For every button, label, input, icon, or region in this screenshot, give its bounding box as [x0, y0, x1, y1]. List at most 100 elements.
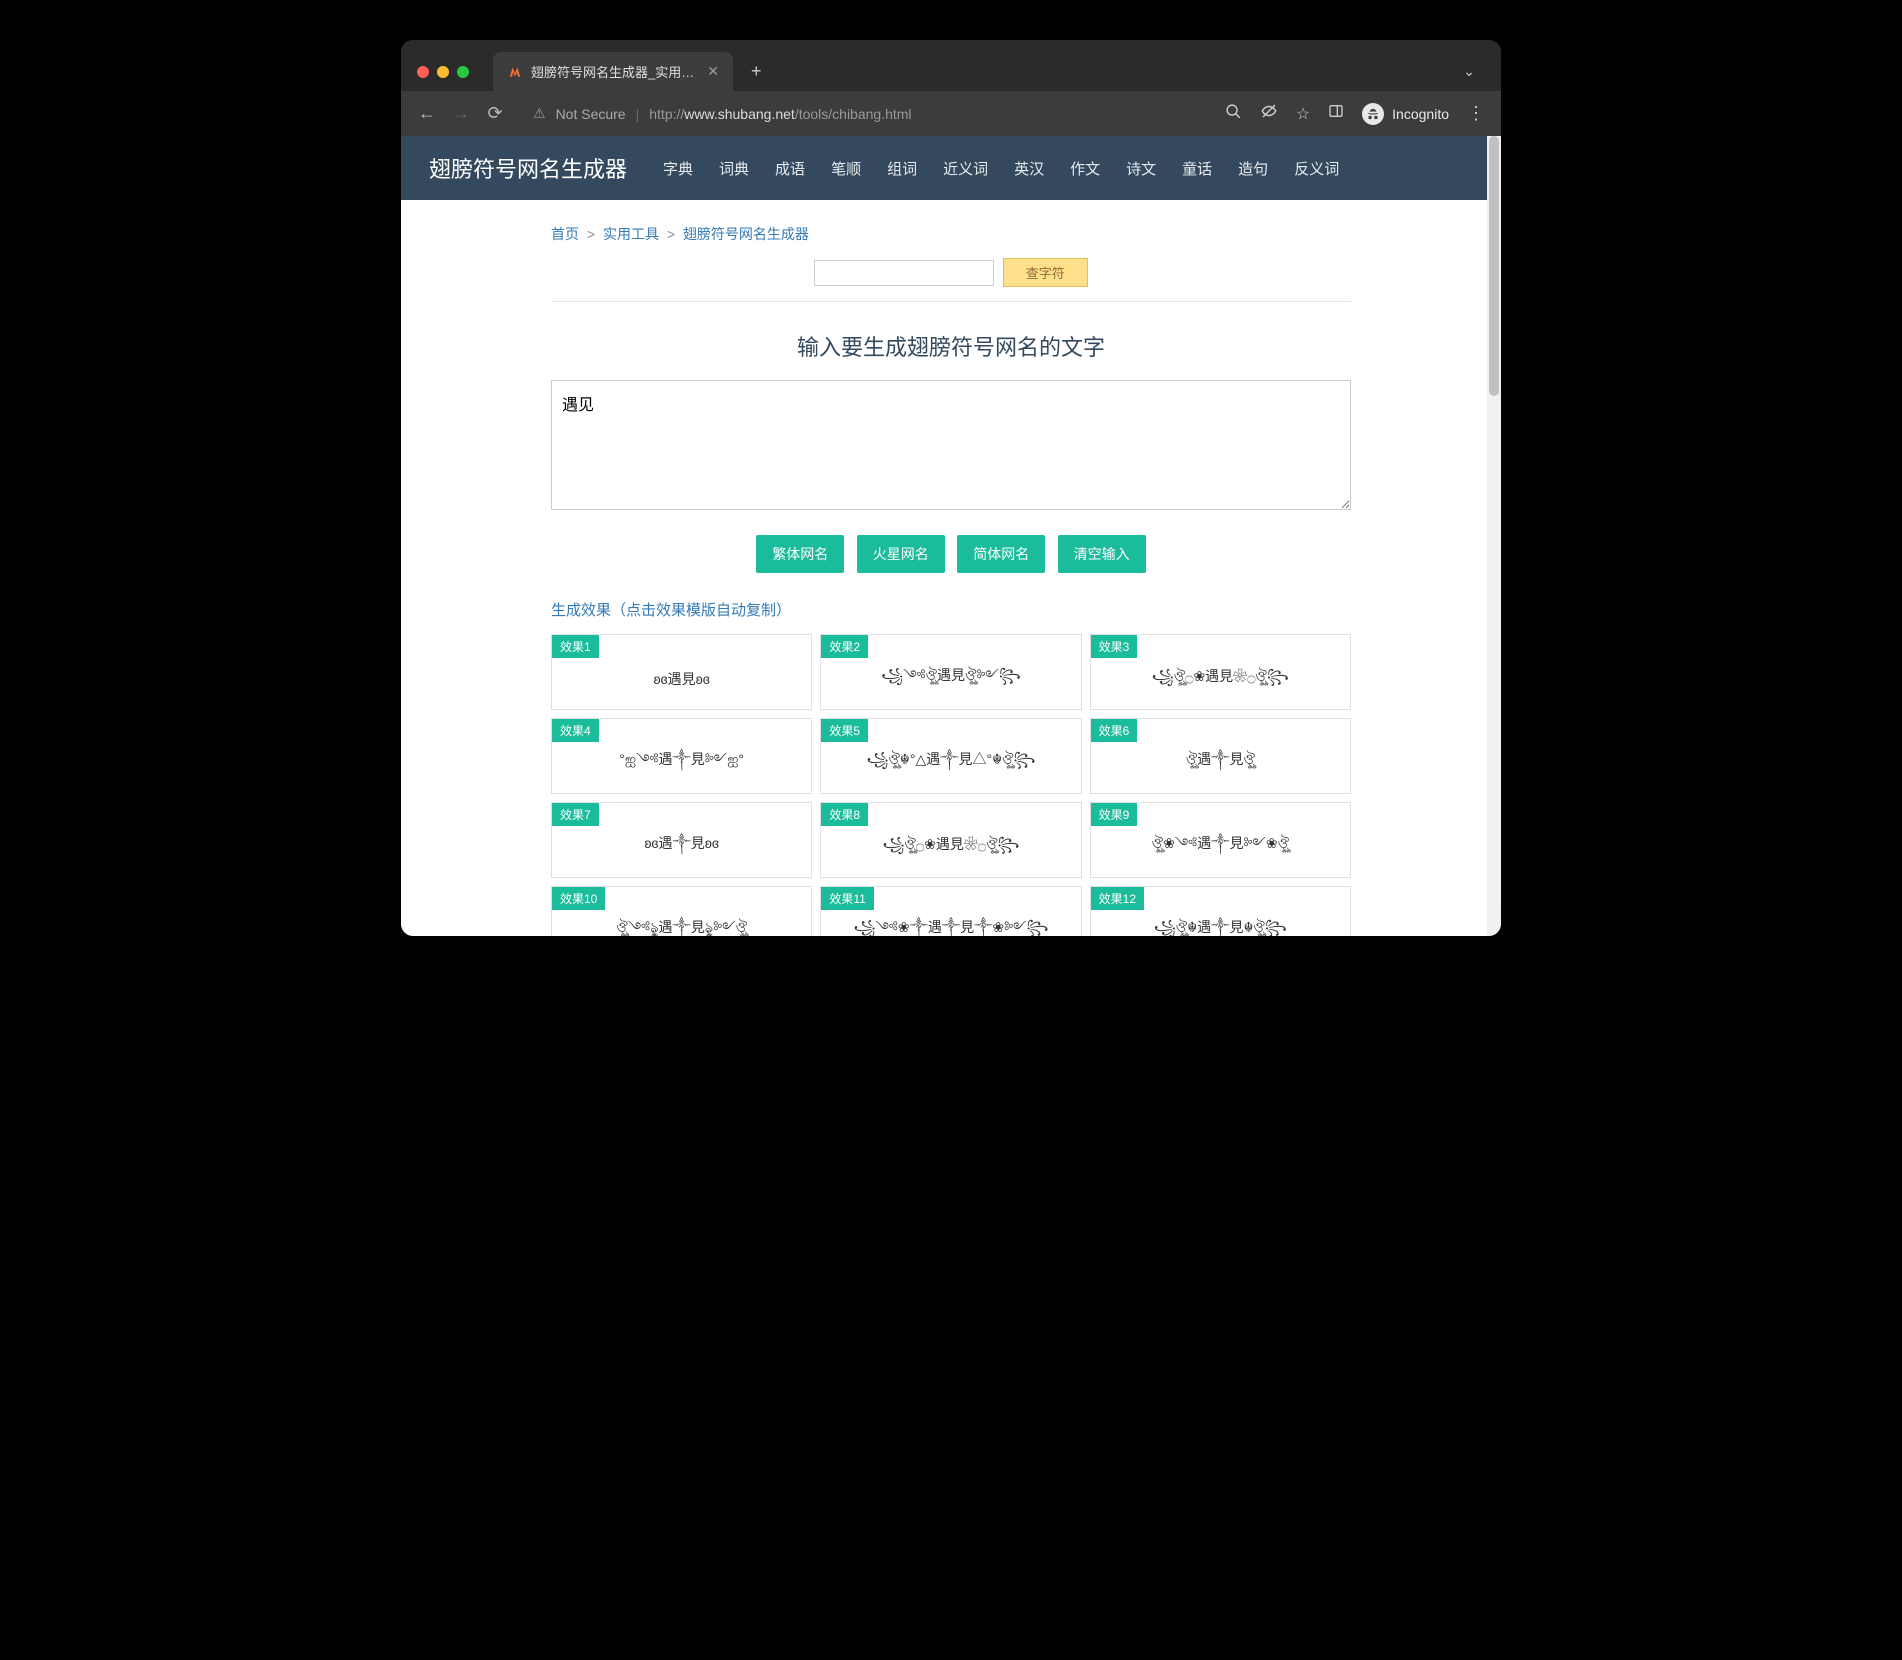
toolbar-actions: ☆ Incognito ⋮	[1225, 102, 1485, 125]
result-text: ꧁ঔৣ☬°△遇༒見△°☬ঔৣ꧂	[867, 743, 1036, 783]
result-card[interactable]: 效果1 ʚɞ遇見ʚɞ	[551, 634, 812, 710]
scrollbar-thumb[interactable]	[1489, 136, 1499, 396]
result-badge: 效果9	[1091, 803, 1138, 826]
input-textarea[interactable]	[551, 380, 1351, 510]
forward-button[interactable]: →	[451, 103, 471, 124]
result-text: ʚɞ遇見ʚɞ	[653, 669, 709, 689]
security-warning-icon: ⚠	[533, 105, 546, 122]
tab-title: 翅膀符号网名生成器_实用转换查	[531, 62, 699, 81]
result-card[interactable]: 效果11꧁༺❀༒遇༒見༒❀༻꧂	[820, 886, 1081, 936]
nav-link[interactable]: 反义词	[1294, 158, 1339, 179]
result-text: ꧁ঔৣ☬遇༒見☬ঔৣ꧂	[1154, 911, 1287, 936]
nav-link[interactable]: 组词	[887, 158, 917, 179]
result-badge: 效果4	[552, 719, 599, 742]
result-badge: 效果11	[821, 887, 873, 910]
search-input[interactable]	[814, 260, 994, 286]
result-badge: 效果10	[552, 887, 605, 910]
divider: |	[636, 106, 640, 122]
address-bar[interactable]: ⚠ Not Secure | http://www.shubang.net/to…	[519, 99, 1211, 128]
maximize-window-button[interactable]	[457, 66, 469, 78]
nav-link[interactable]: 诗文	[1126, 158, 1156, 179]
result-card[interactable]: 效果4 °ஐ༺遇༒見༻ஐ°	[551, 718, 812, 794]
nav-link[interactable]: 童话	[1182, 158, 1212, 179]
url-text: http://www.shubang.net/tools/chibang.htm…	[649, 106, 911, 122]
huoxing-button[interactable]: 火星网名	[857, 535, 945, 573]
result-badge: 效果12	[1091, 887, 1144, 910]
result-text: ʚɞ遇༒見ʚɞ	[644, 827, 719, 867]
result-text: ꧁༺❀༒遇༒見༒❀༻꧂	[854, 911, 1049, 936]
result-text: ꧁ঔৣ۝❀遇見❀۝ঔৣ꧂	[1152, 665, 1289, 694]
browser-toolbar: ← → ⟳ ⚠ Not Secure | http://www.shubang.…	[401, 91, 1501, 136]
page-viewport: 翅膀符号网名生成器 字典 词典 成语 笔顺 组词 近义词 英汉 作文 诗文 童话…	[401, 136, 1501, 936]
clear-button[interactable]: 清空输入	[1058, 535, 1146, 573]
fanti-button[interactable]: 繁体网名	[756, 535, 844, 573]
incognito-label: Incognito	[1392, 106, 1449, 122]
content: 首页 > 实用工具 > 翅膀符号网名生成器 查字符 输入要生成翅膀符号网名的文字…	[541, 200, 1361, 936]
back-button[interactable]: ←	[417, 103, 437, 124]
breadcrumb: 首页 > 实用工具 > 翅膀符号网名生成器	[551, 218, 1351, 258]
result-card[interactable]: 效果12 ꧁ঔৣ☬遇༒見☬ঔৣ꧂	[1090, 886, 1351, 936]
breadcrumb-sep: >	[667, 226, 675, 242]
vertical-scrollbar[interactable]	[1487, 136, 1501, 936]
breadcrumb-sep: >	[587, 226, 595, 242]
nav-link[interactable]: 字典	[663, 158, 693, 179]
breadcrumb-home[interactable]: 首页	[551, 226, 579, 242]
generate-buttons: 繁体网名 火星网名 简体网名 清空输入	[551, 515, 1351, 593]
favicon-icon	[507, 64, 523, 80]
result-card[interactable]: 效果3 ꧁ঔৣ۝❀遇見❀۝ঔৣ꧂	[1090, 634, 1351, 710]
jianti-button[interactable]: 简体网名	[957, 535, 1045, 573]
result-card[interactable]: 效果9 ঔৣ❀༺遇༒見༻❀ঔৣ	[1090, 802, 1351, 878]
result-badge: 效果3	[1091, 635, 1138, 658]
site-nav: 翅膀符号网名生成器 字典 词典 成语 笔顺 组词 近义词 英汉 作文 诗文 童话…	[401, 136, 1501, 200]
zoom-icon[interactable]	[1225, 103, 1242, 125]
new-tab-button[interactable]: +	[741, 61, 772, 82]
result-badge: 效果6	[1091, 719, 1138, 742]
result-card[interactable]: 效果7ʚɞ遇༒見ʚɞ	[551, 802, 812, 878]
tab-close-button[interactable]: ✕	[707, 63, 719, 80]
result-text: °ஐ༺遇༒見༻ஐ°	[619, 743, 744, 783]
bookmark-star-icon[interactable]: ☆	[1296, 104, 1310, 124]
browser-tab[interactable]: 翅膀符号网名生成器_实用转换查 ✕	[493, 52, 733, 91]
result-text: ঔৣ❀༺遇༒見༻❀ঔৣ	[1152, 827, 1290, 867]
nav-link[interactable]: 作文	[1070, 158, 1100, 179]
titlebar: 翅膀符号网名生成器_实用转换查 ✕ + ⌄	[401, 40, 1501, 91]
result-badge: 效果1	[552, 635, 599, 658]
tabs-menu-button[interactable]: ⌄	[1453, 63, 1485, 80]
breadcrumb-tools[interactable]: 实用工具	[603, 226, 659, 242]
search-row: 查字符	[551, 258, 1351, 302]
result-text: ঔৣ༺ৡৢ遇༒見ৡৢ༻ঔৣ	[616, 911, 747, 936]
security-label: Not Secure	[556, 106, 626, 122]
nav-link[interactable]: 词典	[719, 158, 749, 179]
breadcrumb-current[interactable]: 翅膀符号网名生成器	[683, 226, 809, 242]
window-controls	[417, 66, 469, 78]
result-badge: 效果5	[821, 719, 868, 742]
result-card[interactable]: 效果6 ঔৣ遇༒見ঔৣ	[1090, 718, 1351, 794]
result-text: ঔৣ遇༒見ঔৣ	[1186, 743, 1255, 783]
nav-link[interactable]: 笔顺	[831, 158, 861, 179]
incognito-icon	[1362, 103, 1384, 125]
nav-link[interactable]: 造句	[1238, 158, 1268, 179]
reload-button[interactable]: ⟳	[485, 103, 505, 124]
incognito-indicator[interactable]: Incognito	[1362, 103, 1449, 125]
minimize-window-button[interactable]	[437, 66, 449, 78]
result-card[interactable]: 效果10 ঔৣ༺ৡৢ遇༒見ৡৢ༻ঔৣ	[551, 886, 812, 936]
eye-off-icon[interactable]	[1260, 102, 1278, 125]
site-logo[interactable]: 翅膀符号网名生成器	[429, 152, 627, 184]
search-button[interactable]: 查字符	[1003, 258, 1088, 287]
browser-menu-button[interactable]: ⋮	[1467, 103, 1485, 124]
result-badge: 效果2	[821, 635, 868, 658]
nav-link[interactable]: 英汉	[1014, 158, 1044, 179]
result-card[interactable]: 效果2꧁༺ঔৣ遇見ঔৣ༻꧂	[820, 634, 1081, 710]
result-text: ꧁ঔৣ۝❀遇見❀۝ঔৣ꧂	[883, 833, 1020, 862]
panel-icon[interactable]	[1328, 103, 1344, 124]
results-grid: 效果1 ʚɞ遇見ʚɞ 效果2꧁༺ঔৣ遇見ঔৣ༻꧂ 效果3 ꧁ঔৣ۝❀遇見❀۝ঔৣ꧂ 效果4…	[551, 634, 1351, 936]
section-title: 输入要生成翅膀符号网名的文字	[551, 312, 1351, 380]
result-card[interactable]: 效果5꧁ঔৣ☬°△遇༒見△°☬ঔৣ꧂	[820, 718, 1081, 794]
nav-link[interactable]: 成语	[775, 158, 805, 179]
close-window-button[interactable]	[417, 66, 429, 78]
result-badge: 效果8	[821, 803, 868, 826]
browser-window: 翅膀符号网名生成器_实用转换查 ✕ + ⌄ ← → ⟳ ⚠ Not Secure…	[401, 40, 1501, 936]
nav-link[interactable]: 近义词	[943, 158, 988, 179]
result-label: 生成效果（点击效果模版自动复制）	[551, 593, 1351, 634]
result-card[interactable]: 效果8 ꧁ঔৣ۝❀遇見❀۝ঔৣ꧂	[820, 802, 1081, 878]
